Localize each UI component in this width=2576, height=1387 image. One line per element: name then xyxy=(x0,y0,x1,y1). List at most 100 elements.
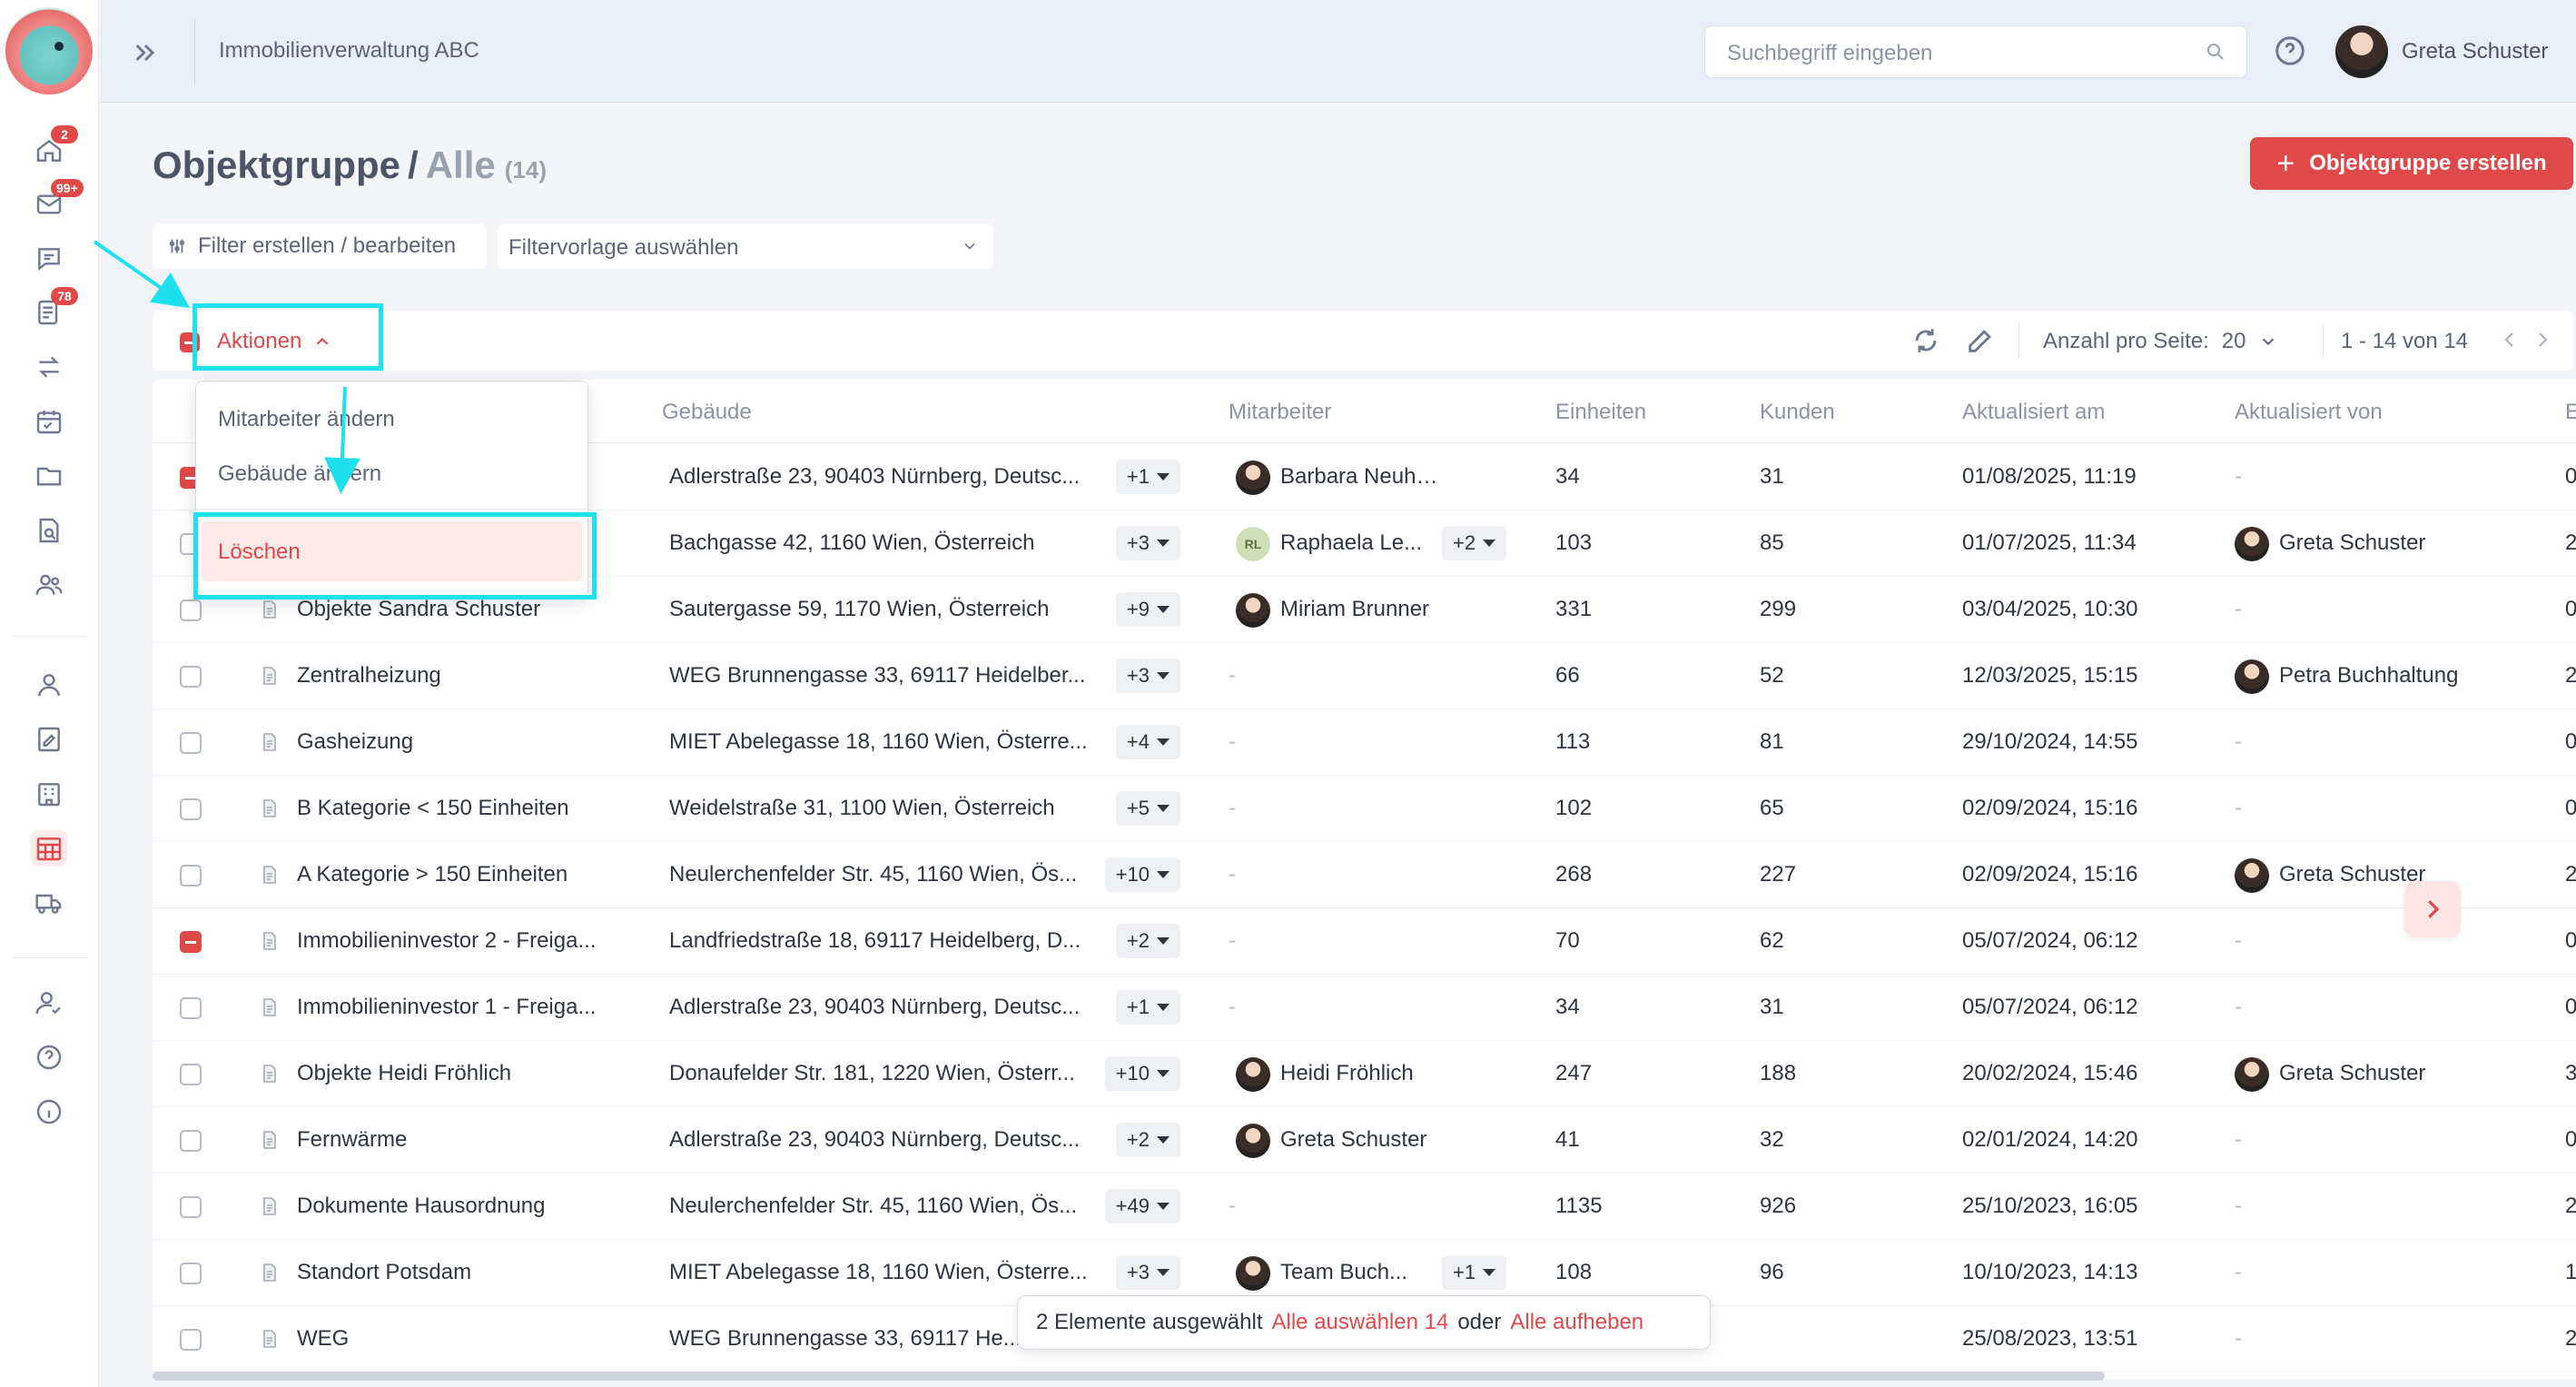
scroll-right-button[interactable] xyxy=(2404,881,2461,937)
table-row[interactable]: Immobilieninvestor 1 - Freiga... Adlerstr… xyxy=(153,975,2576,1041)
group-name[interactable]: A Kategorie > 150 Einheiten xyxy=(297,862,568,887)
expand-sidebar-icon[interactable] xyxy=(127,35,163,71)
row-checkbox[interactable] xyxy=(180,931,202,953)
building-more-dropdown[interactable]: +2 xyxy=(1115,924,1180,958)
building-more-dropdown[interactable]: +10 xyxy=(1104,857,1180,892)
row-checkbox[interactable] xyxy=(180,1263,202,1284)
row-checkbox[interactable] xyxy=(180,1130,202,1152)
building-more-dropdown[interactable]: +3 xyxy=(1115,659,1180,693)
building-more-dropdown[interactable]: +5 xyxy=(1115,791,1180,826)
prev-page-icon[interactable] xyxy=(2499,329,2521,351)
table-row[interactable]: Zentralheizung WEG Brunnengasse 33, 69117… xyxy=(153,643,2576,709)
user-avatar[interactable] xyxy=(2335,25,2388,78)
document-search-icon[interactable] xyxy=(31,512,67,549)
row-checkbox[interactable] xyxy=(180,798,202,820)
object-group-icon[interactable] xyxy=(31,830,67,867)
mail-icon[interactable]: 99+ xyxy=(31,179,84,223)
building-more-dropdown[interactable]: +2 xyxy=(1115,1123,1180,1157)
column-header-units[interactable]: Einheiten xyxy=(1555,400,1646,425)
row-checkbox[interactable] xyxy=(180,666,202,688)
table-row[interactable]: Dokumente Hausordnung Neulerchenfelder St… xyxy=(153,1174,2576,1240)
employee-name[interactable]: Miriam Brunner xyxy=(1280,597,1429,622)
person-icon[interactable] xyxy=(31,667,67,703)
select-all-link[interactable]: Alle auswählen 14 xyxy=(1272,1310,1449,1335)
employee-name[interactable]: Barbara Neuhauser xyxy=(1280,464,1444,490)
group-name[interactable]: Objekte Sandra Schuster xyxy=(297,597,540,622)
tasks-icon[interactable]: 78 xyxy=(31,287,78,331)
user-name[interactable]: Greta Schuster xyxy=(2402,39,2548,64)
column-header-updated-by[interactable]: Aktualisiert von xyxy=(2235,400,2383,425)
app-logo[interactable] xyxy=(5,7,93,94)
building-more-dropdown[interactable]: +9 xyxy=(1115,592,1180,627)
next-page-icon[interactable] xyxy=(2532,329,2553,351)
group-name[interactable]: WEG xyxy=(297,1326,349,1352)
calendar-icon[interactable] xyxy=(31,403,67,440)
clear-selection-link[interactable]: Alle aufheben xyxy=(1510,1310,1643,1335)
building-more-dropdown[interactable]: +4 xyxy=(1115,725,1180,759)
filter-button[interactable]: Filter erstellen / bearbeiten xyxy=(153,223,487,269)
help-icon[interactable] xyxy=(2274,35,2306,67)
group-name[interactable]: Zentralheizung xyxy=(297,663,441,689)
group-name[interactable]: Fernwärme xyxy=(297,1127,407,1153)
building-edit-icon[interactable] xyxy=(31,721,67,758)
employee-name[interactable]: Greta Schuster xyxy=(1280,1127,1426,1153)
building-more-dropdown[interactable]: +3 xyxy=(1115,1255,1180,1290)
employee-name[interactable]: Heidi Fröhlich xyxy=(1280,1061,1414,1086)
table-row[interactable]: Objekte Heidi Fröhlich Donaufelder Str. 1… xyxy=(153,1041,2576,1107)
truck-icon[interactable] xyxy=(31,885,67,921)
horizontal-scrollbar[interactable] xyxy=(153,1372,2105,1381)
group-name[interactable]: Immobilieninvestor 1 - Freiga... xyxy=(297,995,596,1020)
folder-icon[interactable] xyxy=(31,458,67,494)
edit-icon[interactable] xyxy=(1965,325,1996,356)
search-input[interactable]: Suchbegriff eingeben xyxy=(1704,25,2247,78)
employee-more-dropdown[interactable]: +1 xyxy=(1442,1255,1507,1290)
row-checkbox[interactable] xyxy=(180,599,202,621)
column-header-extra[interactable]: E xyxy=(2565,400,2576,425)
group-name[interactable]: Immobilieninvestor 2 - Freiga... xyxy=(297,928,596,954)
table-row[interactable]: B Kategorie < 150 Einheiten Weidelstraße … xyxy=(153,776,2576,842)
create-object-group-button[interactable]: + Objektgruppe erstellen xyxy=(2250,137,2573,190)
building-more-dropdown[interactable]: +10 xyxy=(1104,1056,1180,1091)
group-name[interactable]: Objekte Heidi Fröhlich xyxy=(297,1061,511,1086)
table-row[interactable]: A Kategorie > 150 Einheiten Neulerchenfel… xyxy=(153,842,2576,908)
building-more-dropdown[interactable]: +1 xyxy=(1115,990,1180,1025)
employee-name[interactable]: Raphaela Le... xyxy=(1280,530,1422,556)
home-icon[interactable]: 2 xyxy=(31,125,78,169)
group-name[interactable]: B Kategorie < 150 Einheiten xyxy=(297,796,569,821)
group-name[interactable]: Gasheizung xyxy=(297,729,413,755)
menu-item-change-employee[interactable]: Mitarbeiter ändern xyxy=(218,407,395,432)
extra-value: 0 xyxy=(2565,796,2576,821)
menu-item-change-building[interactable]: Gebäude ändern xyxy=(218,461,381,487)
row-checkbox[interactable] xyxy=(180,1329,202,1351)
building-more-dropdown[interactable]: +3 xyxy=(1115,526,1180,560)
info-icon[interactable] xyxy=(31,1094,67,1130)
column-header-employee[interactable]: Mitarbeiter xyxy=(1229,400,1331,425)
refresh-icon[interactable] xyxy=(1910,325,1941,356)
building-more-dropdown[interactable]: +1 xyxy=(1115,460,1180,494)
building-address: Donaufelder Str. 181, 1220 Wien, Österr.… xyxy=(669,1061,1075,1085)
column-header-building[interactable]: Gebäude xyxy=(662,400,752,425)
people-icon[interactable] xyxy=(31,567,67,603)
table-row[interactable]: Fernwärme Adlerstraße 23, 90403 Nürnberg,… xyxy=(153,1107,2576,1174)
person-check-icon[interactable] xyxy=(31,985,67,1021)
row-checkbox[interactable] xyxy=(180,1196,202,1218)
column-header-customers[interactable]: Kunden xyxy=(1760,400,1835,425)
transfer-icon[interactable] xyxy=(31,349,67,385)
building-more-dropdown[interactable]: +49 xyxy=(1104,1189,1180,1224)
row-checkbox[interactable] xyxy=(180,732,202,754)
row-checkbox[interactable] xyxy=(180,865,202,887)
building-icon[interactable] xyxy=(31,776,67,812)
employee-name[interactable]: Team Buch... xyxy=(1280,1260,1407,1285)
table-row[interactable]: Gasheizung MIET Abelegasse 18, 1160 Wien,… xyxy=(153,709,2576,776)
group-name[interactable]: Dokumente Hausordnung xyxy=(297,1194,546,1219)
row-checkbox[interactable] xyxy=(180,997,202,1019)
employee-more-dropdown[interactable]: +2 xyxy=(1442,526,1507,560)
table-row[interactable]: Immobilieninvestor 2 - Freiga... Landfrie… xyxy=(153,908,2576,975)
help-icon[interactable] xyxy=(31,1039,67,1075)
per-page-select[interactable]: Anzahl pro Seite: 20 xyxy=(2043,329,2278,354)
group-name[interactable]: Standort Potsdam xyxy=(297,1260,471,1285)
filter-template-select[interactable]: Filtervorlage auswählen xyxy=(498,223,993,269)
row-checkbox[interactable] xyxy=(180,1064,202,1085)
column-header-updated-at[interactable]: Aktualisiert am xyxy=(1962,400,2105,425)
chat-icon[interactable] xyxy=(31,241,67,277)
